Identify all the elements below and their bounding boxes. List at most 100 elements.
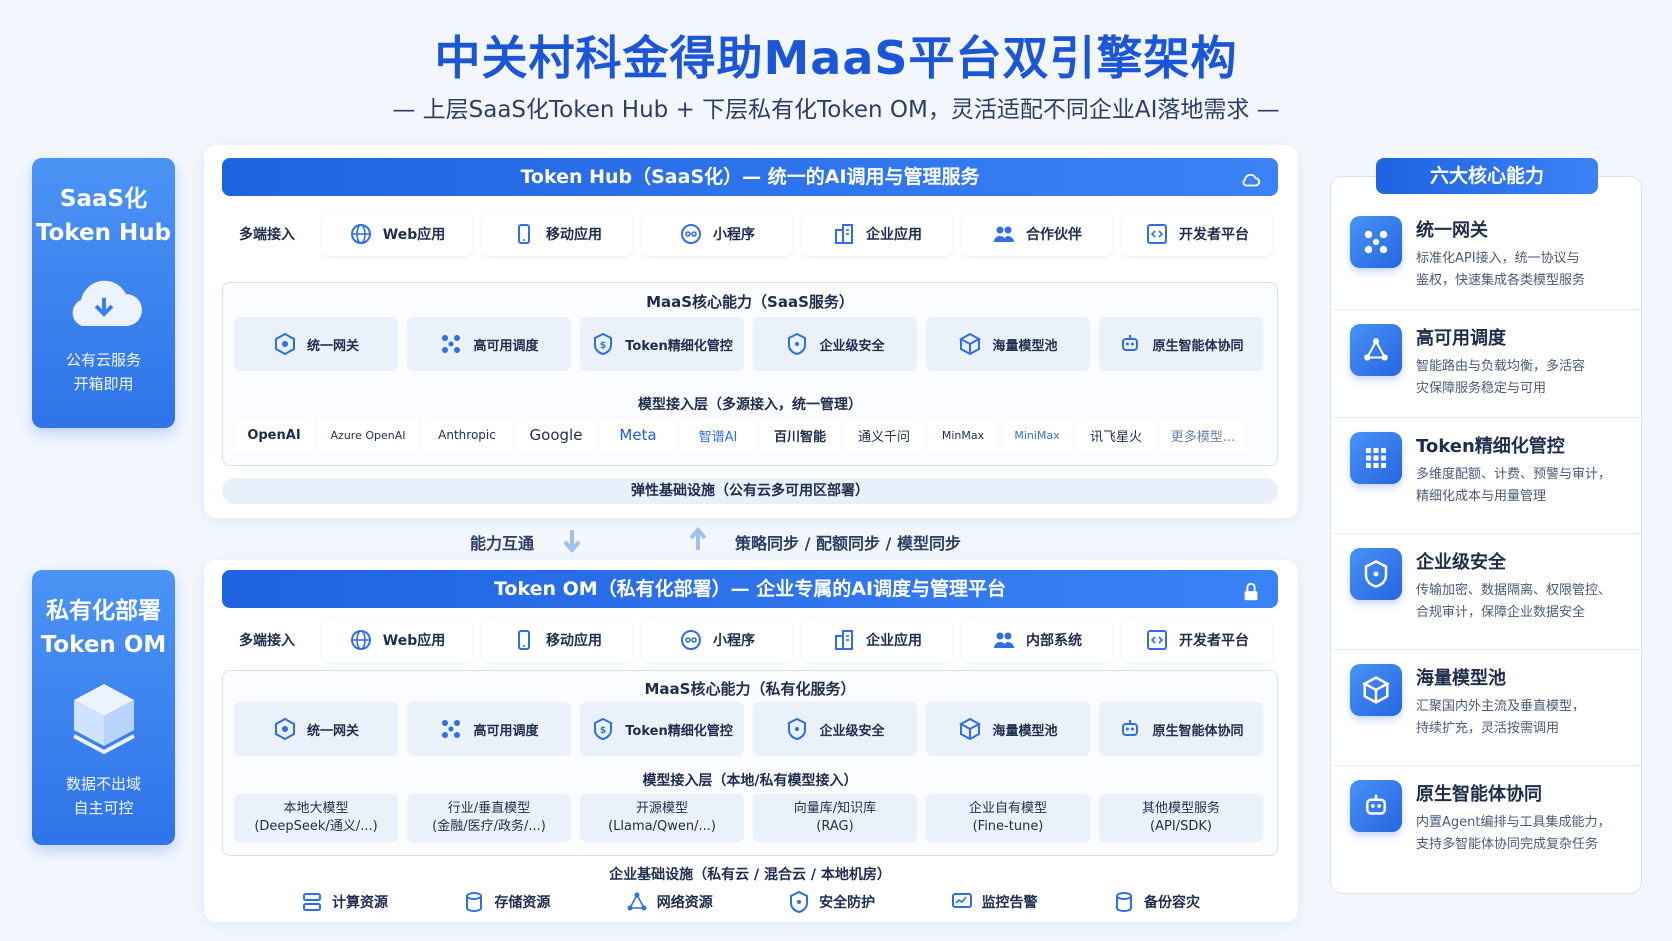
scheduling-icon (439, 717, 463, 741)
om-model-other[interactable]: 其他模型服务 (API/SDK) (1099, 794, 1263, 842)
hub-core-title: MaaS核心能力（SaaS服务） (646, 293, 854, 311)
shield-icon (787, 890, 811, 914)
developer-icon (1145, 628, 1169, 652)
grid-icon (1350, 432, 1402, 484)
om-access-row: 多端接入 Web应用 移动应用 小程序 企业应用 内部系统 开发者平台 (222, 618, 1278, 662)
vendor-anthropic: Anthropic (422, 418, 512, 452)
hub-cap-token[interactable]: Token精细化管控 (580, 317, 744, 371)
token-icon (591, 717, 615, 741)
agent-icon (1118, 717, 1142, 741)
building-icon (832, 628, 856, 652)
hub-caps-row: 统一网关 高可用调度 Token精细化管控 企业级安全 海量模型池 原生智能体协… (234, 317, 1266, 371)
om-cap-token[interactable]: Token精细化管控 (580, 702, 744, 756)
arrow-down-icon (562, 528, 582, 554)
feature-token: Token精细化管控 多维度配额、计费、预警与审计， 精细化成本与用量管理 (1332, 418, 1640, 534)
hub-access-row: 多端接入 Web应用 移动应用 小程序 企业应用 合作伙伴 开发者平台 (222, 212, 1278, 256)
people-icon (992, 222, 1016, 246)
hub-cap-scheduling[interactable]: 高可用调度 (407, 317, 571, 371)
vendor-baichuan: 百川智能 (760, 418, 840, 452)
agent-icon (1118, 332, 1142, 356)
hub-model-layer-title: 模型接入层（多源接入，统一管理） (638, 397, 862, 413)
hub-cap-agent[interactable]: 原生智能体协同 (1099, 317, 1263, 371)
hub-access-miniapp[interactable]: 小程序 (642, 212, 792, 256)
om-access-devplatform[interactable]: 开发者平台 (1122, 618, 1272, 662)
server-icon (300, 890, 324, 914)
feature-agent: 原生智能体协同 内置Agent编排与工具集成能力， 支持多智能体协同完成复杂任务 (1332, 766, 1640, 882)
network-icon (625, 890, 649, 914)
database-icon (462, 890, 486, 914)
monitor-icon (950, 890, 974, 914)
hub-cap-security[interactable]: 企业级安全 (753, 317, 917, 371)
om-access-internal[interactable]: 内部系统 (962, 618, 1112, 662)
lock-icon (1238, 578, 1264, 600)
om-model-opensource[interactable]: 开源模型 (Llama/Qwen/...) (580, 794, 744, 842)
res-monitoring: 监控告警 (950, 890, 1038, 914)
om-cap-scheduling[interactable]: 高可用调度 (407, 702, 571, 756)
om-access-mobile[interactable]: 移动应用 (482, 618, 632, 662)
scheduling-icon (1350, 324, 1402, 376)
vendor-xunfei: 讯飞星火 (1076, 418, 1156, 452)
om-model-local[interactable]: 本地大模型 (DeepSeek/通义/...) (234, 794, 398, 842)
hub-access-web[interactable]: Web应用 (322, 212, 472, 256)
shield-icon (785, 332, 809, 356)
vendor-azure: Azure OpenAI (318, 418, 418, 452)
hub-access-enterprise[interactable]: 企业应用 (802, 212, 952, 256)
cloud-icon (64, 268, 144, 334)
scheduling-icon (439, 332, 463, 356)
feature-list: 统一网关 标准化API接入，统一协议与 鉴权，快速集成各类模型服务 高可用调度 智能路… (1332, 202, 1640, 882)
om-access-enterprise[interactable]: 企业应用 (802, 618, 952, 662)
globe-icon (349, 222, 373, 246)
saas-hub-line1: SaaS化 (59, 186, 148, 212)
om-desc1: 数据不出域 (65, 775, 141, 793)
developer-icon (1145, 222, 1169, 246)
res-backup: 备份容灾 (1112, 890, 1200, 914)
om-cap-modelpool[interactable]: 海量模型池 (926, 702, 1090, 756)
token-om-bar-title: Token OM（私有化部署）— 企业专属的AI调度与管理平台 (493, 578, 1007, 600)
vendor-minimax: MiniMax (1002, 418, 1072, 452)
om-model-vectordb[interactable]: 向量库/知识库 (RAG) (753, 794, 917, 842)
cube-icon (958, 332, 982, 356)
om-line2: Token OM (40, 632, 167, 658)
token-hub-bar: Token Hub（SaaS化）— 统一的AI调用与管理服务 (222, 158, 1278, 196)
mid-right-label: 策略同步 / 配额同步 / 模型同步 (735, 534, 961, 553)
miniapp-icon (679, 222, 703, 246)
om-core-title: MaaS核心能力（私有化服务） (644, 680, 856, 698)
server-box-icon (64, 678, 144, 758)
feature-gateway: 统一网关 标准化API接入，统一协议与 鉴权，快速集成各类模型服务 (1332, 202, 1640, 310)
om-caps-row: 统一网关 高可用调度 Token精细化管控 企业级安全 海量模型池 原生智能体协… (234, 702, 1266, 756)
gateway-icon (273, 717, 297, 741)
robot-icon (1350, 780, 1402, 832)
miniapp-icon (679, 628, 703, 652)
om-resources-row: 计算资源 存储资源 网络资源 安全防护 监控告警 备份容灾 (300, 890, 1200, 914)
om-access-label: 多端接入 (239, 633, 295, 649)
globe-icon (349, 628, 373, 652)
hub-cap-gateway[interactable]: 统一网关 (234, 317, 398, 371)
res-compute: 计算资源 (300, 890, 388, 914)
arrow-up-icon (688, 526, 708, 552)
om-cap-security[interactable]: 企业级安全 (753, 702, 917, 756)
hub-access-devplatform[interactable]: 开发者平台 (1122, 212, 1272, 256)
hub-access-mobile[interactable]: 移动应用 (482, 212, 632, 256)
vendor-minmax: MinMax (928, 418, 998, 452)
om-model-industry[interactable]: 行业/垂直模型 (金融/医疗/政务/...) (407, 794, 571, 842)
om-line1: 私有化部署 (46, 598, 161, 624)
shield-icon (785, 717, 809, 741)
om-model-finetune[interactable]: 企业自有模型 (Fine-tune) (926, 794, 1090, 842)
six-capabilities-title: 六大核心能力 (1376, 158, 1598, 194)
om-cap-gateway[interactable]: 统一网关 (234, 702, 398, 756)
token-icon (591, 332, 615, 356)
hub-access-partner[interactable]: 合作伙伴 (962, 212, 1112, 256)
om-infra-title: 企业基础设施（私有云 / 混合云 / 本地机房） (609, 867, 891, 883)
om-access-web[interactable]: Web应用 (322, 618, 472, 662)
internal-system-icon (992, 628, 1016, 652)
vendor-zhipu: 智谱AI (680, 418, 756, 452)
database-icon (1112, 890, 1136, 914)
vendor-more: 更多模型... (1160, 418, 1246, 452)
hub-cap-modelpool[interactable]: 海量模型池 (926, 317, 1090, 371)
saas-hub-desc1: 公有云服务 (65, 351, 141, 369)
token-om-bar: Token OM（私有化部署）— 企业专属的AI调度与管理平台 (222, 570, 1278, 608)
res-storage: 存储资源 (462, 890, 550, 914)
om-desc2: 自主可控 (73, 799, 134, 817)
om-access-miniapp[interactable]: 小程序 (642, 618, 792, 662)
om-cap-agent[interactable]: 原生智能体协同 (1099, 702, 1263, 756)
